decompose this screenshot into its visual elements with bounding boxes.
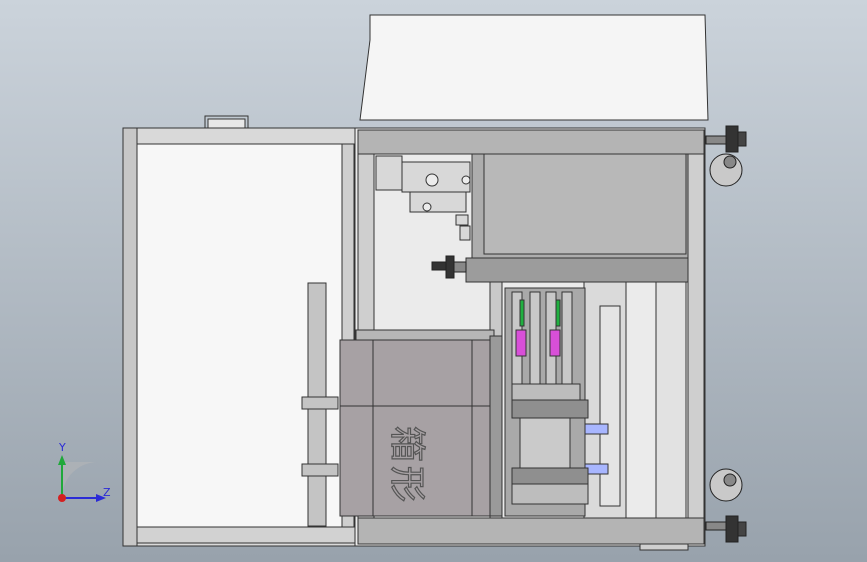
cad-drawing: 箱 形: [0, 0, 867, 562]
axis-y-label: Y: [59, 441, 66, 454]
brand-text: 箱: [386, 426, 427, 462]
upper-chamber: [465, 153, 689, 283]
axis-z-label: Z: [103, 486, 111, 499]
clamp-mechanism: [504, 287, 589, 517]
bottom-plate: [639, 543, 689, 551]
top-hood: [359, 14, 709, 121]
brand-text-2: 形: [386, 466, 427, 502]
